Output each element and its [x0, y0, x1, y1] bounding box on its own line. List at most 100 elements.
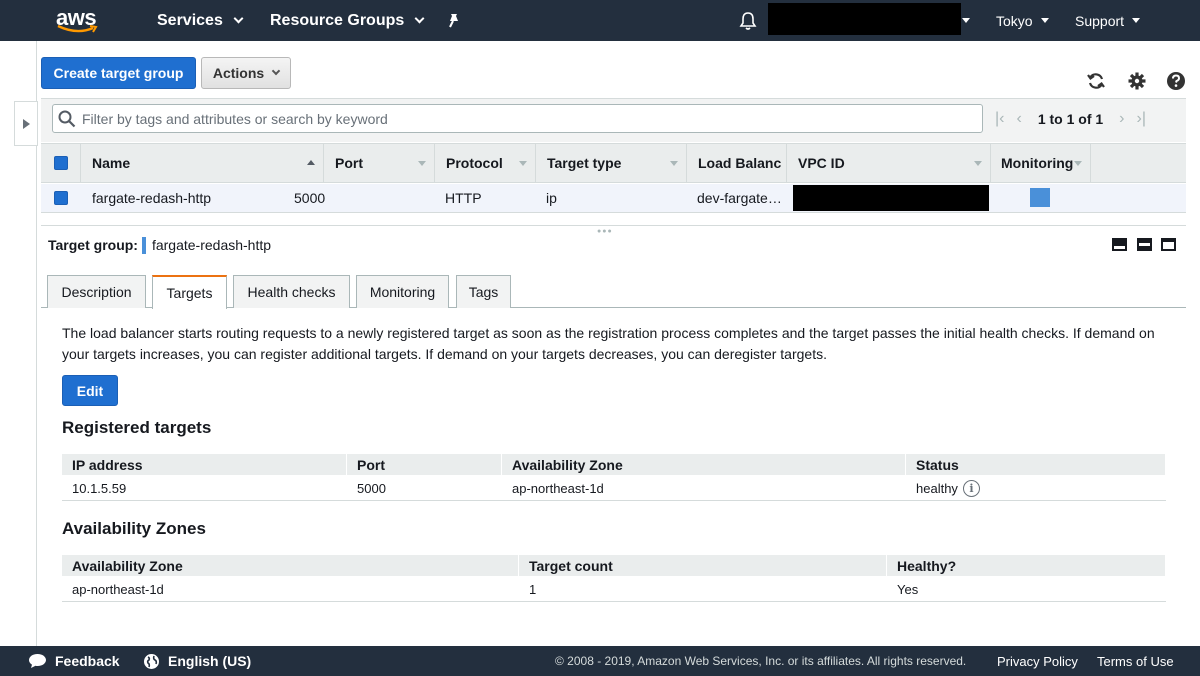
top-navigation: aws Services Resource Groups Tokyo Suppo… — [0, 0, 1200, 41]
cell-load-balancer[interactable]: dev-fargate… — [697, 184, 782, 212]
target-group-name: fargate-redash-http — [151, 237, 272, 253]
column-header-target-type[interactable]: Target type — [536, 144, 687, 182]
cell-protocol: HTTP — [445, 190, 482, 206]
next-page-icon[interactable]: › — [1119, 110, 1124, 128]
status-text: healthy — [916, 481, 958, 496]
cell-status: healthy i — [906, 477, 980, 500]
chevron-down-icon — [414, 13, 425, 24]
sort-icon — [670, 161, 678, 166]
tab-health-checks[interactable]: Health checks — [233, 275, 350, 308]
registered-targets-heading: Registered targets — [62, 418, 212, 437]
cell-healthy: Yes — [897, 582, 919, 597]
info-icon[interactable]: i — [962, 480, 980, 497]
chevron-down-icon — [233, 13, 244, 24]
language-label: English (US) — [168, 653, 252, 669]
aws-logo[interactable]: aws — [56, 0, 98, 41]
select-all-checkbox[interactable] — [53, 156, 68, 170]
services-menu[interactable]: Services — [157, 0, 244, 41]
target-group-color-marker — [141, 236, 146, 254]
copyright-text: © 2008 - 2019, Amazon Web Services, Inc.… — [555, 654, 967, 668]
tab-targets[interactable]: Targets — [152, 275, 227, 309]
terms-of-use-link[interactable]: Terms of Use — [1097, 646, 1174, 676]
column-header-monitoring[interactable]: Monitoring — [991, 144, 1091, 182]
cell-availability-zone: ap-northeast-1d — [512, 481, 604, 496]
table-row: 10.1.5.59 5000 ap-northeast-1d healthy i — [62, 477, 1166, 501]
help-icon[interactable] — [1166, 71, 1186, 91]
notifications-bell-icon[interactable] — [739, 0, 757, 41]
last-page-icon[interactable]: ›| — [1137, 110, 1146, 128]
column-header-ip-address: IP address — [62, 454, 347, 475]
caret-down-icon — [1132, 18, 1141, 23]
search-input[interactable]: Filter by tags and attributes or search … — [52, 104, 983, 133]
footer: Feedback English (US) © 2008 - 2019, Ama… — [0, 646, 1200, 676]
column-header-protocol[interactable]: Protocol — [435, 144, 536, 182]
column-header-vpc-id[interactable]: VPC ID — [787, 144, 991, 182]
cell-ip-address: 10.1.5.59 — [72, 481, 127, 496]
column-header-name[interactable]: Name — [81, 144, 324, 182]
account-name-redacted[interactable] — [768, 3, 961, 35]
sort-icon — [1074, 161, 1082, 166]
column-header-availability-zone: Availability Zone — [502, 454, 906, 475]
speech-bubble-icon — [29, 654, 46, 668]
resource-groups-label: Resource Groups — [270, 11, 405, 29]
support-label: Support — [1075, 12, 1125, 29]
caret-down-icon — [1040, 18, 1049, 23]
cell-port: 5000 — [357, 481, 386, 496]
cell-target-count: 1 — [529, 582, 537, 597]
search-icon — [58, 110, 76, 128]
availability-zones-header: Availability Zone Target count Healthy? — [62, 555, 1166, 576]
privacy-policy-link[interactable]: Privacy Policy — [997, 646, 1078, 676]
globe-icon — [144, 653, 159, 669]
first-page-icon[interactable]: |‹ — [995, 110, 1004, 128]
region-menu[interactable]: Tokyo — [996, 0, 1049, 41]
tab-description[interactable]: Description — [47, 275, 146, 308]
resize-handle-icon[interactable]: ●●● — [597, 228, 613, 235]
pin-icon[interactable] — [447, 0, 461, 41]
page-range-text: 1 to 1 of 1 — [1037, 111, 1104, 127]
support-menu[interactable]: Support — [1075, 0, 1141, 41]
edit-targets-button[interactable]: Edit — [62, 375, 118, 406]
chevron-down-icon — [271, 66, 281, 76]
aws-smile-icon — [57, 25, 98, 33]
target-group-label: Target group: — [48, 237, 138, 253]
sort-ascending-icon — [307, 160, 315, 165]
feedback-link[interactable]: Feedback — [28, 646, 120, 676]
column-header-availability-zone: Availability Zone — [62, 555, 519, 576]
select-all-checkbox-cell[interactable] — [41, 144, 81, 182]
create-target-group-button[interactable]: Create target group — [41, 57, 196, 89]
layout-split-panel-icon[interactable] — [1137, 238, 1152, 251]
cell-vpc-id-redacted — [793, 185, 989, 211]
monitoring-indicator — [1030, 188, 1050, 207]
layout-full-panel-icon[interactable] — [1161, 238, 1176, 251]
tab-monitoring[interactable]: Monitoring — [356, 275, 449, 308]
availability-zones-heading: Availability Zones — [62, 519, 206, 538]
language-selector[interactable]: English (US) — [143, 646, 251, 676]
cell-target-type: ip — [546, 190, 557, 206]
tab-tags[interactable]: Tags — [456, 275, 511, 308]
cell-availability-zone: ap-northeast-1d — [72, 582, 164, 597]
cell-name: fargate-redash-http — [92, 190, 212, 206]
caret-right-icon — [22, 118, 30, 129]
panel-divider — [41, 225, 1186, 226]
column-header-port[interactable]: Port — [324, 144, 435, 182]
settings-gear-icon[interactable] — [1127, 71, 1147, 91]
actions-button[interactable]: Actions — [201, 57, 291, 89]
column-header-healthy: Healthy? — [887, 555, 1166, 576]
row-checkbox[interactable] — [54, 191, 68, 205]
region-label: Tokyo — [996, 12, 1033, 29]
search-placeholder: Filter by tags and attributes or search … — [82, 110, 388, 127]
previous-page-icon[interactable]: ‹ — [1016, 110, 1021, 128]
resource-groups-menu[interactable]: Resource Groups — [270, 0, 425, 41]
expand-sidebar-toggle[interactable] — [14, 101, 38, 146]
sort-icon — [974, 161, 982, 166]
column-header-load-balancer[interactable]: Load Balanc — [687, 144, 787, 182]
layout-bottom-panel-icon[interactable] — [1112, 238, 1127, 251]
table-row[interactable]: fargate-redash-http 5000 HTTP ip dev-far… — [41, 184, 1186, 213]
feedback-label: Feedback — [55, 653, 120, 669]
refresh-icon[interactable] — [1086, 71, 1106, 91]
registered-targets-header: IP address Port Availability Zone Status — [62, 454, 1166, 475]
account-dropdown[interactable] — [962, 0, 970, 41]
column-header-target-count: Target count — [519, 555, 887, 576]
pagination: |‹ ‹ 1 to 1 of 1 › ›| — [995, 104, 1146, 134]
column-header-port: Port — [347, 454, 502, 475]
